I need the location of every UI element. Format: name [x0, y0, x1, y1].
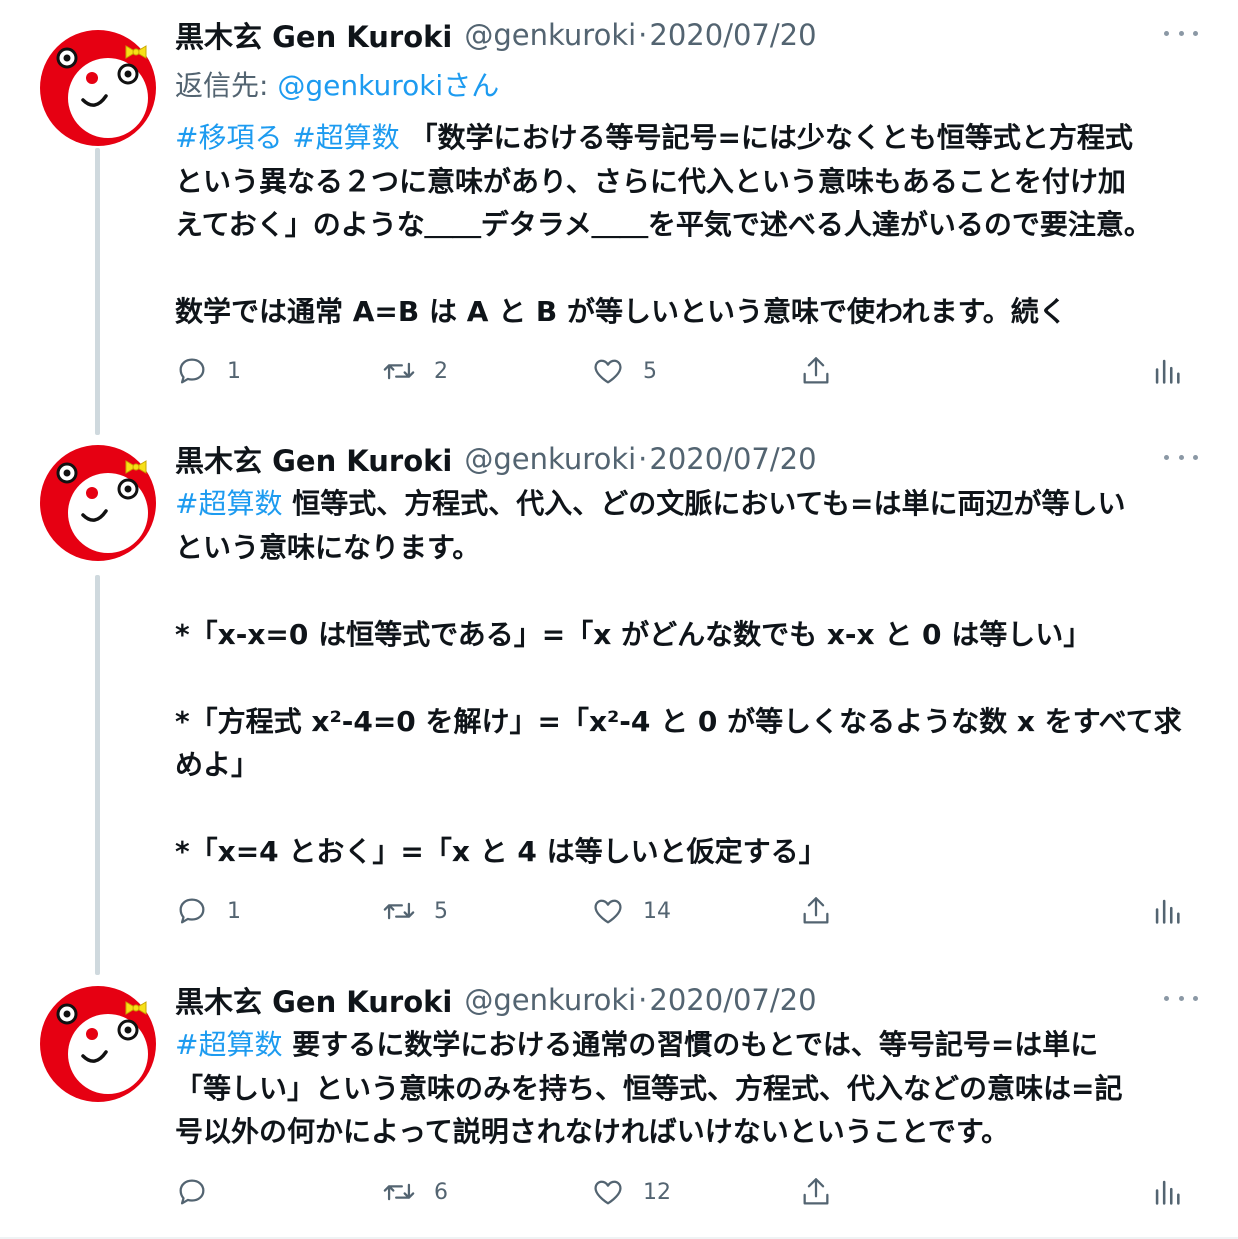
avatar[interactable]	[40, 30, 156, 146]
more-dots-icon[interactable]	[1164, 19, 1198, 47]
tweet-text: #超算数 要するに数学における通常の習慣のもとでは、等号記号=は単に 「等しい」…	[175, 1023, 1200, 1154]
action-bar: 1 2 5	[175, 351, 1185, 391]
display-name[interactable]: 黒木玄 Gen Kuroki	[175, 438, 452, 480]
reply-to-label: 返信先:	[175, 69, 278, 102]
speech-bubble-icon	[179, 1179, 205, 1205]
reply-to-mention[interactable]: @genkuroki	[277, 69, 443, 102]
bar-chart-icon	[1155, 359, 1180, 384]
display-name[interactable]: 黒木玄 Gen Kuroki	[175, 14, 452, 56]
text-line: #超算数 要するに数学における通常の習慣のもとでは、等号記号=は単に	[175, 1023, 1200, 1067]
speech-bubble-icon	[179, 358, 205, 384]
like-button[interactable]: 14	[591, 891, 671, 931]
reply-button[interactable]	[175, 1172, 227, 1212]
share-upload-icon	[803, 357, 829, 384]
text-line: えておく」のような＿＿デタラメ＿＿を平気で述べる人達がいるので要注意。	[175, 208, 1152, 241]
retweet-button[interactable]: 2	[382, 351, 448, 391]
text-line: *「方程式 x²-4=0 を解け」=「x²-4 と 0 が等しくなるような数 x…	[175, 704, 1182, 738]
bar-chart-icon	[1155, 1180, 1180, 1205]
handle[interactable]: @genkuroki	[464, 442, 636, 476]
more-dots-icon[interactable]	[1164, 443, 1198, 471]
thread-connector	[95, 148, 100, 435]
reply-to-suffix: さん	[443, 69, 500, 102]
analytics-button[interactable]	[1150, 891, 1184, 931]
thread-connector	[95, 575, 100, 975]
reply-count: 1	[227, 898, 241, 924]
heart-icon	[594, 899, 622, 924]
heart-icon	[594, 1180, 622, 1205]
timestamp[interactable]: 2020/07/20	[649, 983, 816, 1017]
avatar[interactable]	[40, 986, 156, 1102]
analytics-button[interactable]	[1150, 351, 1184, 391]
retweet-count: 2	[434, 358, 448, 384]
speech-bubble-icon	[179, 898, 205, 924]
hashtag[interactable]: #超算数	[292, 121, 399, 154]
like-button[interactable]: 5	[591, 351, 657, 391]
text-line: 数学では通常 A=B は A と B が等しいという意味で使われます。続く	[175, 295, 1067, 328]
text-line: #超算数 恒等式、方程式、代入、どの文脈においても=は単に両辺が等しい	[175, 482, 1200, 526]
bear-avatar-icon	[40, 986, 156, 1102]
retweet-button[interactable]: 6	[382, 1172, 448, 1212]
separator-dot: ·	[638, 983, 648, 1017]
more-dots-icon[interactable]	[1164, 984, 1198, 1012]
text-line: *「x-x=0 は恒等式である」=「x がどんな数でも x-x と 0 は等しい…	[175, 617, 1092, 651]
share-upload-icon	[803, 1178, 829, 1205]
handle[interactable]: @genkuroki	[464, 18, 636, 52]
tweet-header: 黒木玄 Gen Kuroki @genkuroki · 2020/07/20	[175, 980, 1198, 1020]
separator-dot: ·	[638, 442, 648, 476]
text-line: めよ」	[175, 748, 260, 781]
retweet-arrows-icon	[383, 902, 415, 920]
timestamp[interactable]: 2020/07/20	[649, 18, 816, 52]
text-line: 号以外の何かによって説明されなければいけないということです。	[175, 1115, 1010, 1148]
retweet-count: 5	[434, 898, 448, 924]
heart-icon	[594, 359, 622, 384]
action-bar: 6 12	[175, 1172, 1185, 1212]
text-line: #移項る #超算数 「数学における等号記号=には少なくとも恒等式と方程式	[175, 116, 1200, 160]
reply-to: 返信先: @genkurokiさん	[175, 64, 499, 104]
reply-button[interactable]: 1	[175, 891, 241, 931]
tweet-header: 黒木玄 Gen Kuroki @genkuroki · 2020/07/20	[175, 15, 1198, 55]
text-line: という意味になります。	[175, 530, 481, 564]
tweet-text: #移項る #超算数 「数学における等号記号=には少なくとも恒等式と方程式 という…	[175, 116, 1200, 334]
avatar[interactable]	[40, 445, 156, 561]
like-count: 5	[643, 358, 657, 384]
bar-chart-icon	[1155, 899, 1180, 924]
like-button[interactable]: 12	[591, 1172, 671, 1212]
share-button[interactable]	[799, 891, 833, 931]
share-button[interactable]	[799, 351, 833, 391]
retweet-button[interactable]: 5	[382, 891, 448, 931]
hashtag[interactable]: #移項る	[175, 121, 282, 154]
retweet-arrows-icon	[383, 1183, 415, 1201]
display-name[interactable]: 黒木玄 Gen Kuroki	[175, 979, 452, 1021]
hashtag[interactable]: #超算数	[175, 1028, 282, 1061]
bear-avatar-icon	[40, 445, 156, 561]
analytics-button[interactable]	[1150, 1172, 1184, 1212]
separator-dot: ·	[638, 18, 648, 52]
reply-button[interactable]: 1	[175, 351, 241, 391]
text-line: という異なる２つに意味があり、さらに代入という意味もあることを付け加	[175, 164, 1126, 198]
reply-count: 1	[227, 358, 241, 384]
text-line: *「x=4 とおく」=「x と 4 は等しいと仮定する」	[175, 835, 827, 868]
retweet-count: 6	[434, 1179, 448, 1205]
tweet-header: 黒木玄 Gen Kuroki @genkuroki · 2020/07/20	[175, 439, 1198, 479]
retweet-arrows-icon	[383, 362, 415, 380]
timestamp[interactable]: 2020/07/20	[649, 442, 816, 476]
like-count: 12	[643, 1179, 671, 1205]
text-segment: 恒等式、方程式、代入、どの文脈においても=は単に両辺が等しい	[292, 487, 1126, 520]
text-segment: 要するに数学における通常の習慣のもとでは、等号記号=は単に	[292, 1028, 1099, 1061]
action-bar: 1 5 14	[175, 891, 1185, 931]
text-segment: 「数学における等号記号=には少なくとも恒等式と方程式	[409, 121, 1133, 154]
handle[interactable]: @genkuroki	[464, 983, 636, 1017]
text-line: 「等しい」という意味のみを持ち、恒等式、方程式、代入などの意味は=記	[175, 1071, 1123, 1105]
bear-avatar-icon	[40, 30, 156, 146]
like-count: 14	[643, 898, 671, 924]
share-upload-icon	[803, 897, 829, 924]
share-button[interactable]	[799, 1172, 833, 1212]
hashtag[interactable]: #超算数	[175, 487, 282, 520]
tweet-text: #超算数 恒等式、方程式、代入、どの文脈においても=は単に両辺が等しい という意…	[175, 482, 1200, 874]
